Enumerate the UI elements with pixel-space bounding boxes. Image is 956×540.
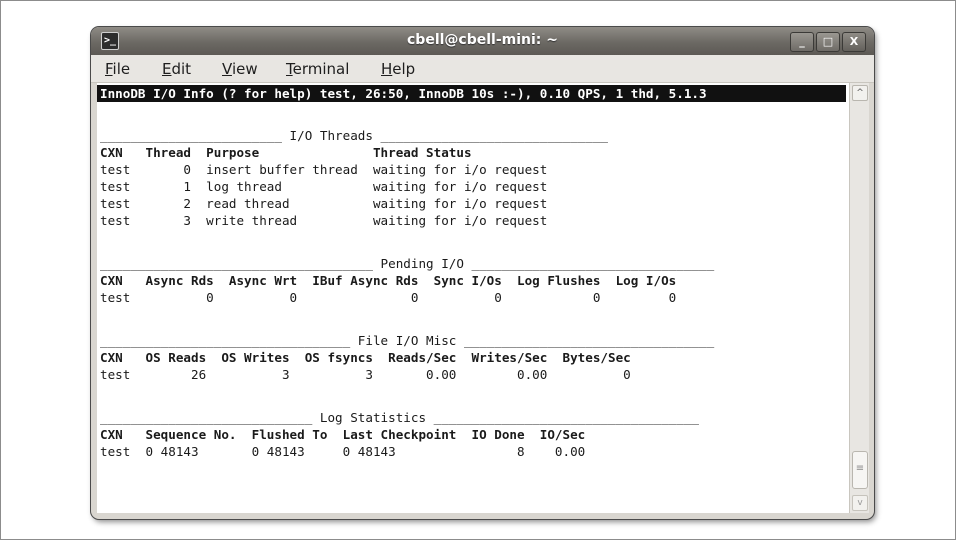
terminal-output[interactable]: InnoDB I/O Info (? for help) test, 26:50… bbox=[97, 83, 849, 513]
scroll-thumb-grip-icon[interactable]: ≡ bbox=[852, 451, 868, 489]
pending-io-header: CXN Async Rds Async Wrt IBuf Async Rds S… bbox=[100, 273, 677, 288]
terminal-window: >_ cbell@cbell-mini: ~ _ □ X File Edit V… bbox=[91, 27, 874, 519]
table-row: test 2 read thread waiting for i/o reque… bbox=[100, 196, 548, 211]
file-io-misc-header: CXN OS Reads OS Writes OS fsyncs Reads/S… bbox=[100, 350, 631, 365]
pending-io-title: ____________________________________ Pen… bbox=[100, 256, 715, 271]
io-threads-header: CXN Thread Purpose Thread Status bbox=[100, 145, 472, 160]
menu-file[interactable]: File bbox=[105, 60, 130, 78]
menu-terminal-mnemonic: T bbox=[286, 60, 293, 78]
table-row: test 0 0 0 0 0 0 bbox=[100, 290, 677, 305]
status-line: InnoDB I/O Info (? for help) test, 26:50… bbox=[97, 85, 846, 102]
close-button[interactable]: X bbox=[842, 32, 866, 52]
vertical-scrollbar[interactable]: ^ ≡ v bbox=[849, 83, 869, 513]
io-threads-title: ________________________ I/O Threads ___… bbox=[100, 128, 608, 143]
menu-view[interactable]: View bbox=[222, 60, 258, 78]
menu-bar: File Edit View Terminal Help bbox=[91, 55, 874, 83]
scroll-up-icon[interactable]: ^ bbox=[852, 85, 868, 101]
file-io-misc-title: _________________________________ File I… bbox=[100, 333, 715, 348]
window-title: cbell@cbell-mini: ~ bbox=[407, 32, 558, 48]
menu-terminal-label: erminal bbox=[292, 60, 350, 78]
menu-edit-label: dit bbox=[171, 60, 192, 78]
menu-file-mnemonic: F bbox=[105, 60, 113, 78]
table-row: test 0 insert buffer thread waiting for … bbox=[100, 162, 548, 177]
table-row: test 26 3 3 0.00 0.00 0 bbox=[100, 367, 631, 382]
menu-view-label: iew bbox=[231, 60, 258, 78]
menu-file-label: ile bbox=[112, 60, 131, 78]
menu-view-mnemonic: V bbox=[222, 60, 232, 78]
table-row: test 0 48143 0 48143 0 48143 8 0.00 bbox=[100, 444, 586, 459]
menu-edit[interactable]: Edit bbox=[162, 60, 191, 78]
minimize-button[interactable]: _ bbox=[790, 32, 814, 52]
maximize-button[interactable]: □ bbox=[816, 32, 840, 52]
log-statistics-title: ____________________________ Log Statist… bbox=[100, 410, 699, 425]
title-bar[interactable]: >_ cbell@cbell-mini: ~ _ □ X bbox=[91, 27, 874, 55]
menu-terminal[interactable]: Terminal bbox=[286, 60, 349, 78]
menu-help[interactable]: Help bbox=[381, 60, 415, 78]
log-statistics-header: CXN Sequence No. Flushed To Last Checkpo… bbox=[100, 427, 586, 442]
menu-help-label: elp bbox=[392, 60, 416, 78]
table-row: test 1 log thread waiting for i/o reques… bbox=[100, 179, 548, 194]
scroll-down-icon[interactable]: v bbox=[852, 495, 868, 511]
menu-help-mnemonic: H bbox=[381, 60, 393, 78]
table-row: test 3 write thread waiting for i/o requ… bbox=[100, 213, 548, 228]
